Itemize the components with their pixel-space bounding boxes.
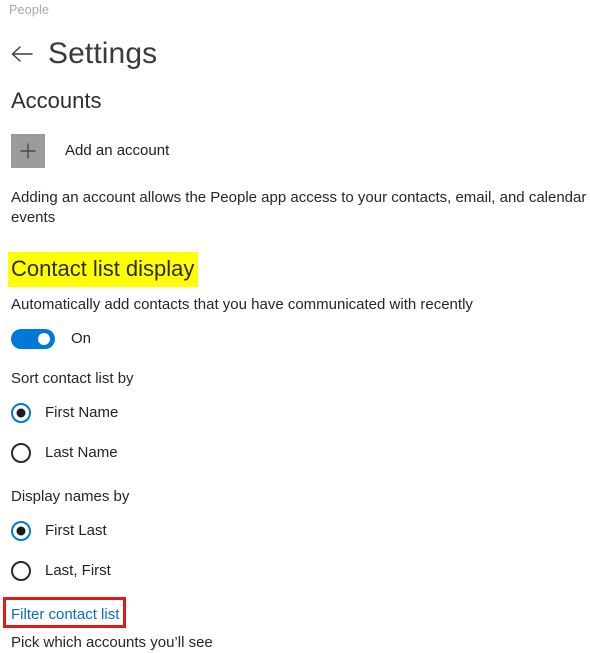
accounts-heading: Accounts <box>11 88 102 113</box>
toggle-knob <box>38 333 50 345</box>
settings-content: Accounts Add an account Adding an accoun… <box>0 86 590 653</box>
display-names-option-label: Last, First <box>45 562 111 579</box>
auto-add-toggle[interactable] <box>11 329 55 349</box>
sort-by-option-last-name[interactable]: Last Name <box>11 443 590 463</box>
radio-icon-unselected <box>11 443 31 463</box>
sort-by-option-first-name[interactable]: First Name <box>11 403 590 423</box>
plus-icon <box>11 134 45 168</box>
back-button[interactable] <box>0 34 44 74</box>
display-names-by-label: Display names by <box>11 488 130 505</box>
radio-icon-selected <box>11 403 31 423</box>
radio-icon-selected <box>11 521 31 541</box>
filter-description: Pick which accounts you’ll see <box>11 634 213 651</box>
auto-add-toggle-state: On <box>71 330 92 347</box>
sort-by-option-label: Last Name <box>45 444 118 461</box>
display-names-option-label: First Last <box>45 522 107 539</box>
display-names-option-first-last[interactable]: First Last <box>11 521 590 541</box>
auto-add-toggle-row: On <box>11 329 590 349</box>
display-names-option-last-first[interactable]: Last, First <box>11 561 590 581</box>
contact-list-display-heading: Contact list display <box>8 252 199 287</box>
page-title: Settings <box>48 37 158 70</box>
filter-contact-list-wrap: Filter contact list <box>3 597 126 628</box>
add-account-button[interactable]: Add an account <box>11 134 169 168</box>
people-settings-page: People Settings Accounts Add an account <box>0 0 590 651</box>
page-header: Settings <box>0 30 590 78</box>
back-arrow-icon <box>10 45 34 63</box>
sort-by-label: Sort contact list by <box>11 370 134 387</box>
add-account-label: Add an account <box>65 142 170 159</box>
app-name-label: People <box>9 3 50 17</box>
accounts-description: Adding an account allows the People app … <box>11 189 587 226</box>
auto-add-description: Automatically add contacts that you have… <box>11 296 473 313</box>
filter-contact-list-link[interactable]: Filter contact list <box>11 606 119 623</box>
sort-by-option-label: First Name <box>45 404 119 421</box>
radio-icon-unselected <box>11 561 31 581</box>
